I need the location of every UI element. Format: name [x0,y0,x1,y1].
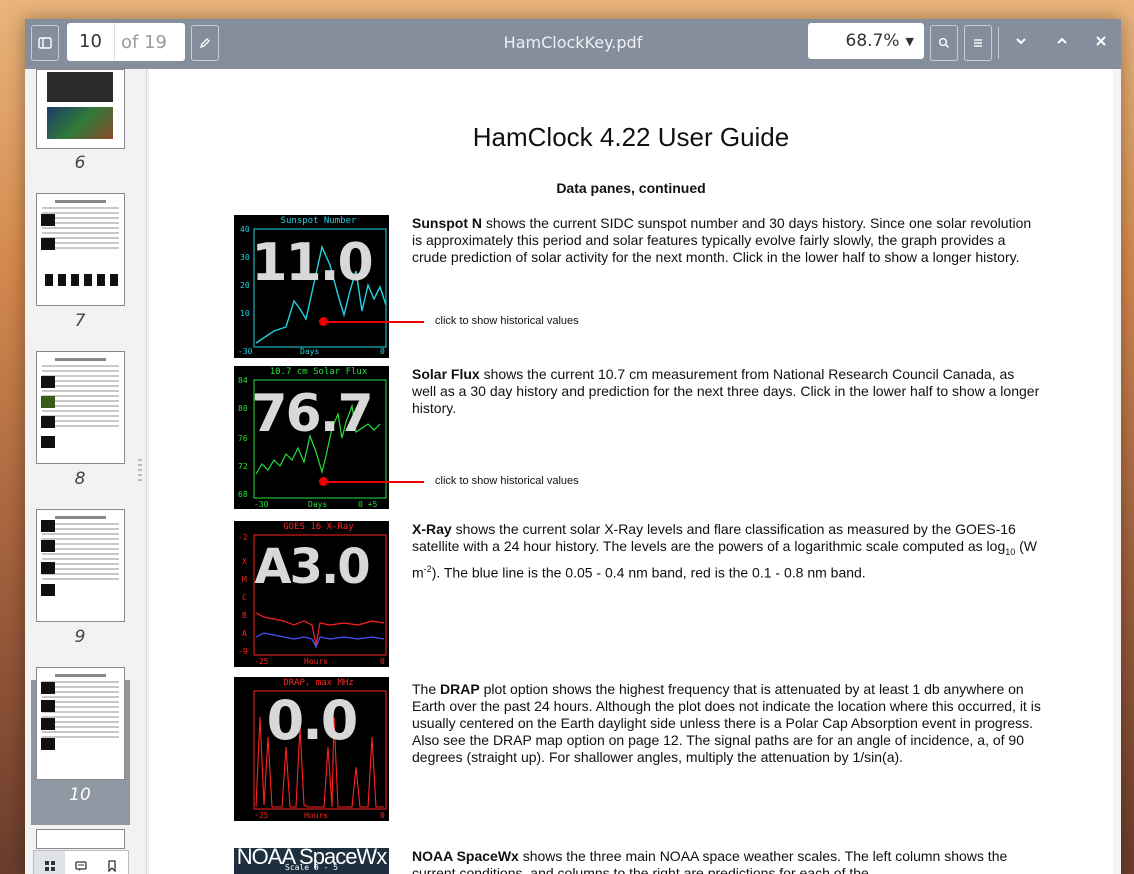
drap-description: The DRAP plot option shows the highest f… [412,681,1041,765]
thumbnail-page-6[interactable] [36,69,125,149]
sunspot-description: Sunspot N shows the current SIDC sunspot… [412,215,1032,265]
y-tick: -2 [238,533,248,542]
xray-value: A3.0 [254,539,370,595]
y-tick: 72 [238,462,248,471]
x-tick-left: -30 [238,347,253,356]
y-tick: X [242,557,247,566]
x-tick-left: -25 [254,657,269,666]
thumbnail-page-11[interactable] [36,829,125,849]
noaa-spacewx-panel-image[interactable]: NOAA SpaceWx Scale 0 - 5 [234,848,389,874]
thumbnail-page-8[interactable] [36,351,125,464]
menu-icon [974,39,982,47]
sidebar-view-tabs [33,850,129,874]
callout-line [324,321,424,323]
x-axis-label: Days [300,347,320,356]
y-tick: 84 [238,376,248,385]
bookmark-icon [108,860,116,872]
thumbnail-label: 7 [74,311,86,331]
panel-title: GOES 16 X-Ray [283,522,354,532]
close-button[interactable] [1088,29,1114,53]
term: Solar Flux [412,366,480,382]
y-tick: 68 [238,490,248,499]
thumbnail-page-7[interactable] [36,193,125,306]
section-heading: Data panes, continued [556,180,706,196]
y-tick: 20 [240,281,250,290]
x-tick-right: 0 [380,347,385,356]
thumbnail-sidebar: 6 7 8 9 10 [25,69,147,874]
solar-flux-description: Solar Flux shows the current 10.7 cm mea… [412,366,1040,416]
thumbnail-label: 6 [74,153,86,173]
x-tick-right: 0 [380,811,385,820]
y-tick: 76 [238,434,248,443]
chevron-down-icon [1016,38,1026,45]
drap-panel-image[interactable]: DRAP, max MHz 0.0 -25 Hours 0 [234,677,389,821]
zoom-value: 68.7% [845,31,900,51]
search-button[interactable] [930,25,958,61]
sunspot-value: 11.0 [251,233,373,293]
outline-icon [75,861,87,871]
previous-page-button[interactable] [1049,29,1075,53]
y-tick: 10 [240,309,250,318]
term: X-Ray [412,521,452,537]
y-tick: 40 [240,225,250,234]
solar-flux-panel-image[interactable]: 10.7 cm Solar Flux 76.7 84 80 76 72 68 -… [234,366,389,509]
y-tick: 30 [240,253,250,262]
thumbnail-page-10[interactable] [36,667,125,780]
xray-panel-image[interactable]: GOES 16 X-Ray A3.0 -2 X M C B A -9 -25 H… [234,521,389,667]
next-page-button[interactable] [1008,29,1034,53]
page-title: HamClock 4.22 User Guide [472,122,790,152]
bookmarks-tab[interactable] [97,851,128,874]
x-tick-left: -25 [254,811,269,820]
y-tick: C [242,593,247,602]
term: DRAP [440,681,480,697]
thumbnail-page-9[interactable] [36,509,125,622]
panel-title: DRAP, max MHz [283,678,354,688]
x-axis-label: Days [308,500,328,509]
thumbnails-tab[interactable] [34,851,66,874]
menu-button[interactable] [964,25,992,61]
caret-down-icon: ▼ [905,34,914,48]
y-tick: -9 [238,647,248,656]
toolbar-separator [998,27,999,59]
zoom-select[interactable]: 68.7% ▼ [808,23,924,59]
x-tick-right: 0 [380,657,385,666]
noaa-description: NOAA SpaceWx shows the three main NOAA s… [412,848,1008,874]
xray-description: X-Ray shows the current solar X-Ray leve… [412,521,1038,581]
y-tick: M [242,575,247,584]
y-tick: A [242,629,247,638]
y-tick: B [242,611,247,620]
scale-label: Scale 0 - 5 [285,863,338,872]
y-tick: 80 [238,404,248,413]
outline-tab[interactable] [65,851,96,874]
thumbnails-icon [44,861,55,871]
pdf-page: HamClock 4.22 User Guide Data panes, con… [149,69,1113,874]
callout-label: click to show historical values [435,475,579,487]
toolbar: 10 of 19 HamClockKey.pdf 68.7% ▼ [25,19,1121,69]
drap-value: 0.0 [266,689,359,752]
close-icon [1096,36,1106,46]
x-axis-label: Hours [304,811,329,820]
x-tick-left: -30 [254,500,269,509]
solar-flux-value: 76.7 [251,384,373,444]
x-axis-label: Hours [304,657,329,666]
thumbnail-label: 8 [74,469,86,489]
callout-line [324,481,424,483]
sunspot-panel-image[interactable]: Sunspot Number 11.0 40 30 20 10 -30 Days… [234,215,389,358]
term: NOAA SpaceWx [412,848,519,864]
x-tick-right: 0 +5 [358,500,378,509]
thumbnail-label-selected: 10 [69,785,91,805]
chevron-up-icon [1057,37,1067,44]
sidebar-resize-handle[interactable] [138,459,142,481]
term: Sunspot N [412,215,482,231]
thumbnail-label: 9 [74,627,86,647]
callout-label: click to show historical values [435,315,579,327]
panel-title: Sunspot Number [280,216,357,226]
search-icon [938,37,950,49]
pdf-viewer-window: 10 of 19 HamClockKey.pdf 68.7% ▼ 6 7 8 9… [25,19,1121,874]
panel-title: 10.7 cm Solar Flux [269,367,368,377]
